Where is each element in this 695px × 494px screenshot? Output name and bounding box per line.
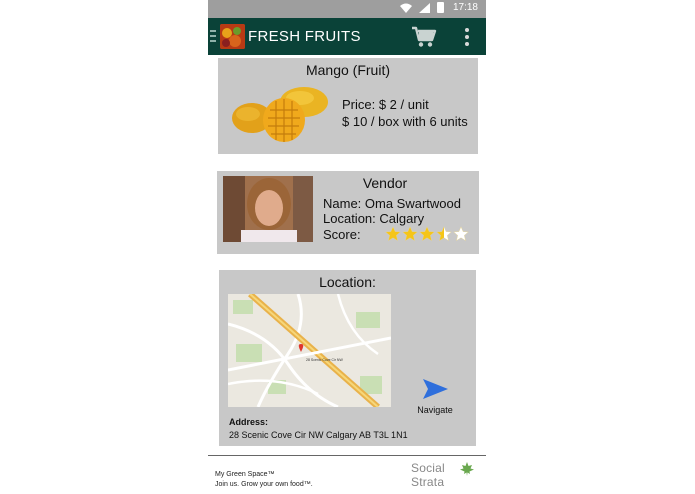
vendor-info: Name: Oma Swartwood Location: Calgary Sc… (323, 196, 469, 242)
navigate-button[interactable]: Navigate (413, 378, 457, 415)
brand-logo: Social Strata (411, 461, 481, 490)
app-bar: FRESH FRUITS (208, 18, 486, 55)
vendor-score-row: Score: (323, 226, 469, 242)
overflow-menu-icon[interactable] (464, 28, 470, 46)
navigate-label: Navigate (417, 405, 453, 415)
price-info: Price: $ 2 / unit $ 10 / box with 6 unit… (342, 96, 468, 130)
product-card[interactable]: Mango (Fruit) Price: $ 2 / unit $ 10 / b… (218, 58, 478, 154)
battery-icon (436, 2, 444, 13)
vendor-name: Name: Oma Swartwood (323, 196, 461, 211)
svg-text:28 Scenic Cove Cir NW: 28 Scenic Cove Cir NW (306, 358, 343, 362)
footer-line-2: Join us. Grow your own food™. (215, 481, 313, 488)
app-title: FRESH FRUITS (248, 28, 361, 45)
status-bar: 17:18 (208, 0, 486, 18)
phone-screen: 17:18 FRESH FRUITS Mango (Fruit) Price: … (208, 0, 486, 494)
signal-icon (418, 2, 430, 13)
footer-divider (208, 455, 486, 456)
product-name: Mango (Fruit) (305, 62, 391, 78)
address-text: 28 Scenic Cove Cir NW Calgary AB T3L 1N1 (229, 430, 408, 440)
price-per-box: $ 10 / box with 6 units (342, 114, 468, 129)
vendor-card[interactable]: Vendor Name: Oma Swartwood Location: Cal… (217, 171, 479, 254)
star-rating (384, 226, 469, 242)
star-icon (384, 226, 401, 242)
star-icon (401, 226, 418, 242)
star-icon (435, 226, 452, 242)
mango-image (232, 87, 328, 142)
shopping-cart-icon[interactable] (411, 26, 437, 48)
status-time: 17:18 (452, 2, 478, 13)
vendor-avatar (223, 176, 313, 242)
address-label: Address: (229, 417, 269, 427)
location-heading: Location: (319, 274, 376, 290)
vendor-heading: Vendor (362, 175, 408, 191)
map-view[interactable]: 28 Scenic Cove Cir NW (228, 294, 391, 407)
footer-line-1: My Green Space™ (215, 471, 275, 478)
navigate-arrow-icon (423, 379, 448, 399)
brand-name: Social Strata (411, 461, 445, 489)
vendor-location: Location: Calgary (323, 211, 425, 226)
price-per-unit: Price: $ 2 / unit (342, 97, 429, 112)
footer-text: My Green Space™ Join us. Grow your own f… (215, 470, 313, 490)
menu-icon[interactable] (210, 30, 216, 42)
star-icon (418, 226, 435, 242)
star-icon (452, 226, 469, 242)
fruit-logo-icon (220, 24, 245, 49)
score-label: Score: (323, 226, 361, 242)
location-card[interactable]: Location: 28 Scenic Cove Cir NW Navigate… (219, 270, 476, 446)
wifi-icon (399, 3, 412, 13)
